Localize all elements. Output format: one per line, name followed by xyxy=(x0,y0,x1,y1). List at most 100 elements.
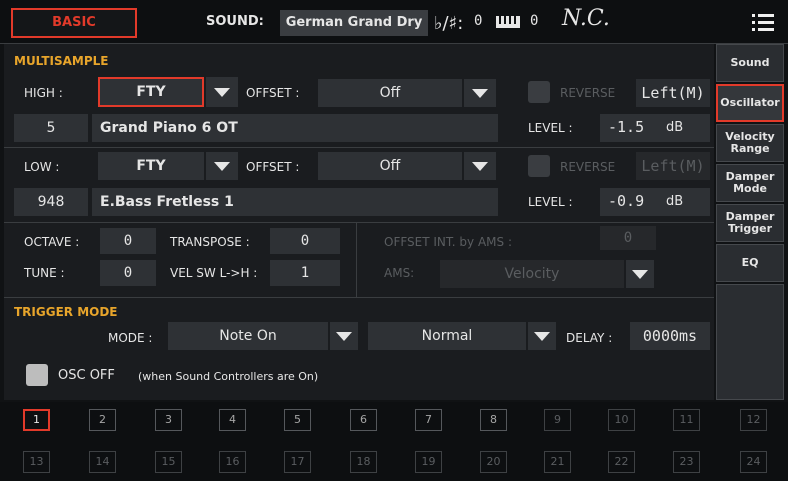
high-offset-label: OFFSET : xyxy=(246,86,300,100)
pad-button-2[interactable]: 2 xyxy=(89,409,116,431)
low-offset-select[interactable]: Off xyxy=(318,152,462,180)
divider xyxy=(356,223,357,297)
pad-button-1[interactable]: 1 xyxy=(23,409,50,431)
pad-button-20[interactable]: 20 xyxy=(480,451,507,473)
vel-sw-field[interactable]: 1 xyxy=(270,260,340,286)
pad-button-9[interactable]: 9 xyxy=(544,409,571,431)
low-reverse-checkbox[interactable] xyxy=(528,155,550,177)
low-offset-dropdown-icon[interactable] xyxy=(464,152,496,180)
high-label: HIGH : xyxy=(24,86,63,100)
high-offset-dropdown-icon[interactable] xyxy=(464,79,496,107)
offset-int-label: OFFSET INT. by AMS : xyxy=(384,235,513,249)
osc-off-checkbox[interactable] xyxy=(26,364,48,386)
low-sample-name[interactable]: E.Bass Fretless 1 xyxy=(92,188,498,216)
tab-sound[interactable]: Sound xyxy=(716,44,784,82)
svg-text:♭/♯:: ♭/♯: xyxy=(434,13,463,34)
keyboard-value: 0 xyxy=(530,13,539,29)
mode2-dropdown-icon[interactable] xyxy=(528,322,556,350)
offset-int-field[interactable]: 0 xyxy=(600,226,656,250)
trigger-mode-title: TRIGGER MODE xyxy=(14,305,118,319)
divider xyxy=(4,147,714,148)
tab-damper-trigger[interactable]: Damper Trigger xyxy=(716,204,784,242)
high-type-select[interactable]: FTY xyxy=(98,77,204,107)
pad-button-7[interactable]: 7 xyxy=(415,409,442,431)
high-offset-select[interactable]: Off xyxy=(318,79,462,107)
mode-dropdown-icon[interactable] xyxy=(330,322,358,350)
pad-button-21[interactable]: 21 xyxy=(544,451,571,473)
pad-button-17[interactable]: 17 xyxy=(284,451,311,473)
ams-select[interactable]: Velocity xyxy=(440,260,624,288)
tune-label: TUNE : xyxy=(24,266,65,280)
low-level-label: LEVEL : xyxy=(528,195,573,209)
pad-button-10[interactable]: 10 xyxy=(608,409,635,431)
mode-label: MODE : xyxy=(108,331,153,345)
pad-button-22[interactable]: 22 xyxy=(608,451,635,473)
low-type-select[interactable]: FTY xyxy=(98,152,204,180)
tab-filler xyxy=(716,284,784,400)
delay-label: DELAY : xyxy=(566,331,613,345)
pad-button-24[interactable]: 24 xyxy=(740,451,767,473)
top-bar: BASIC SOUND: German Grand Dry ♭/♯: 0 0 N… xyxy=(0,0,788,44)
transpose-label: TRANSPOSE : xyxy=(170,235,250,249)
multisample-title: MULTISAMPLE xyxy=(14,54,109,68)
octave-label: OCTAVE : xyxy=(24,235,80,249)
high-level-unit: dB xyxy=(666,120,684,135)
ams-dropdown-icon[interactable] xyxy=(626,260,654,288)
sound-name-field[interactable]: German Grand Dry xyxy=(280,10,428,36)
high-sample-number[interactable]: 5 xyxy=(14,114,88,142)
keyboard-icon xyxy=(496,15,520,30)
pad-button-14[interactable]: 14 xyxy=(89,451,116,473)
low-label: LOW : xyxy=(24,160,60,174)
mode2-select[interactable]: Normal xyxy=(368,322,526,350)
pad-button-12[interactable]: 12 xyxy=(740,409,767,431)
pad-button-3[interactable]: 3 xyxy=(155,409,182,431)
low-reverse-label: REVERSE xyxy=(560,160,616,174)
pad-button-11[interactable]: 11 xyxy=(673,409,700,431)
basic-mode-button[interactable]: BASIC xyxy=(11,8,137,38)
divider xyxy=(4,297,714,298)
pad-button-15[interactable]: 15 xyxy=(155,451,182,473)
pad-button-18[interactable]: 18 xyxy=(350,451,377,473)
ams-label: AMS: xyxy=(384,266,415,280)
pad-button-16[interactable]: 16 xyxy=(219,451,246,473)
pad-button-6[interactable]: 6 xyxy=(350,409,377,431)
osc-off-note: (when Sound Controllers are On) xyxy=(138,370,319,383)
tab-oscillator[interactable]: Oscillator xyxy=(716,84,784,122)
low-level-field[interactable]: -0.9 dB xyxy=(600,188,710,216)
key-signature-icon: ♭/♯: xyxy=(434,9,468,35)
high-sample-name[interactable]: Grand Piano 6 OT xyxy=(92,114,498,142)
key-signature-value: 0 xyxy=(474,13,483,29)
chord-display: N.C. xyxy=(562,6,610,31)
mode-select[interactable]: Note On xyxy=(168,322,328,350)
low-level-value: -0.9 xyxy=(608,192,645,210)
pad-button-8[interactable]: 8 xyxy=(480,409,507,431)
low-level-unit: dB xyxy=(666,194,684,209)
low-offset-label: OFFSET : xyxy=(246,160,300,174)
high-reverse-checkbox[interactable] xyxy=(528,81,550,103)
high-channel-select[interactable]: Left(M) xyxy=(636,79,710,107)
low-sample-number[interactable]: 948 xyxy=(14,188,88,216)
pad-button-13[interactable]: 13 xyxy=(23,451,50,473)
pad-button-5[interactable]: 5 xyxy=(284,409,311,431)
pad-area xyxy=(0,402,788,481)
high-type-dropdown-icon[interactable] xyxy=(206,77,238,107)
tune-field[interactable]: 0 xyxy=(100,260,156,286)
tab-eq[interactable]: EQ xyxy=(716,244,784,282)
high-level-label: LEVEL : xyxy=(528,121,573,135)
pad-button-4[interactable]: 4 xyxy=(219,409,246,431)
divider xyxy=(4,222,714,223)
low-channel-select[interactable]: Left(M) xyxy=(636,152,710,180)
delay-field[interactable]: 0000ms xyxy=(630,322,710,350)
tab-velocity-range[interactable]: Velocity Range xyxy=(716,124,784,162)
low-type-dropdown-icon[interactable] xyxy=(206,152,238,180)
transpose-field[interactable]: 0 xyxy=(270,228,340,254)
high-reverse-label: REVERSE xyxy=(560,86,616,100)
vel-sw-label: VEL SW L->H : xyxy=(170,266,258,280)
tab-damper-mode[interactable]: Damper Mode xyxy=(716,164,784,202)
octave-field[interactable]: 0 xyxy=(100,228,156,254)
sound-label: SOUND: xyxy=(206,14,264,29)
pad-button-23[interactable]: 23 xyxy=(673,451,700,473)
pad-button-19[interactable]: 19 xyxy=(415,451,442,473)
menu-icon[interactable] xyxy=(752,14,774,32)
high-level-field[interactable]: -1.5 dB xyxy=(600,114,710,142)
